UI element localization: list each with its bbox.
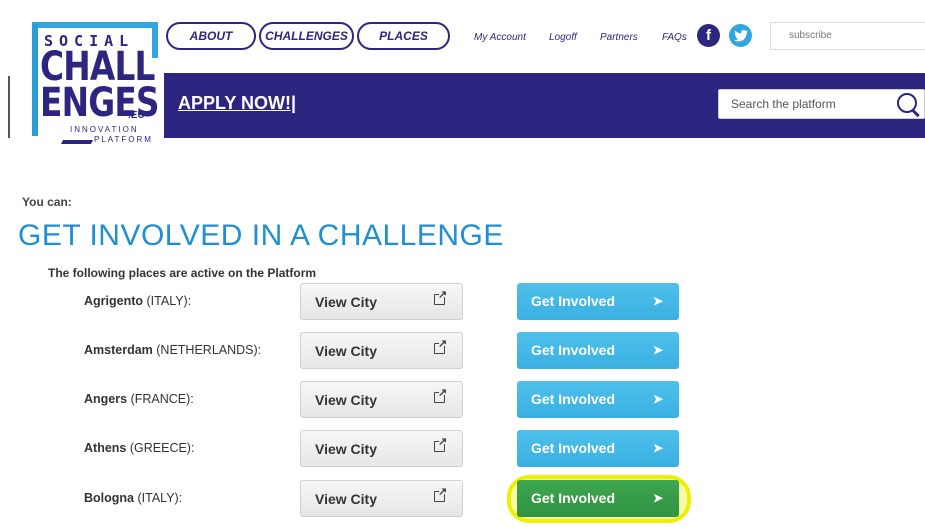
place-country: (ITALY):	[146, 294, 192, 308]
place-city: Athens	[84, 441, 127, 455]
logo-tagline-innovation: INNOVATION	[70, 125, 139, 134]
link-my-account[interactable]: My Account	[474, 32, 526, 43]
place-row: Angers (FRANCE): View City Get Involved …	[0, 381, 925, 419]
sign-in-icon: ➤	[653, 294, 664, 308]
get-involved-label: Get Involved	[531, 391, 616, 407]
apply-now-link[interactable]: APPLY NOW!|	[178, 93, 296, 114]
view-city-button[interactable]: View City	[300, 480, 463, 517]
place-country: (GREECE):	[129, 441, 195, 455]
get-involved-label: Get Involved	[531, 342, 616, 358]
place-country: (ITALY):	[137, 491, 183, 505]
place-country: (NETHERLANDS):	[156, 343, 262, 357]
place-label: Amsterdam (NETHERLANDS):	[84, 343, 261, 357]
place-label: Athens (GREECE):	[84, 441, 194, 455]
link-partners[interactable]: Partners	[600, 32, 638, 43]
view-city-label: View City	[315, 441, 377, 457]
header-divider	[8, 76, 10, 138]
get-involved-label: Get Involved	[531, 440, 616, 456]
external-link-icon	[434, 337, 447, 354]
place-label: Bologna (ITALY):	[84, 491, 182, 505]
link-logoff[interactable]: Logoff	[549, 32, 577, 43]
nav-about[interactable]: ABOUT	[166, 22, 256, 50]
view-city-button[interactable]: View City	[300, 430, 463, 467]
view-city-label: View City	[315, 392, 377, 408]
places-subtitle: The following places are active on the P…	[48, 266, 317, 280]
external-link-icon	[434, 435, 447, 452]
logo-suffix: .EU	[128, 110, 145, 121]
view-city-button[interactable]: View City	[300, 283, 463, 320]
page-title: GET INVOLVED IN A CHALLENGE	[18, 219, 504, 252]
search-input[interactable]: Search the platform	[718, 89, 925, 119]
facebook-icon[interactable]: f	[697, 24, 720, 47]
logo-word-chall: CHALL	[40, 44, 155, 90]
get-involved-button[interactable]: Get Involved ➤	[517, 283, 679, 320]
place-row: Agrigento (ITALY): View City Get Involve…	[0, 283, 925, 321]
sign-in-icon: ➤	[653, 441, 664, 455]
place-country: (FRANCE):	[130, 392, 194, 406]
nav-places[interactable]: PLACES	[357, 22, 450, 50]
view-city-label: View City	[315, 294, 377, 310]
get-involved-button[interactable]: Get Involved ➤	[517, 430, 679, 467]
search-icon[interactable]	[897, 93, 917, 113]
place-row: Bologna (ITALY): View City Get Involved …	[0, 480, 925, 518]
get-involved-button[interactable]: Get Involved ➤	[517, 332, 679, 369]
external-link-icon	[434, 485, 447, 502]
search-placeholder: Search the platform	[731, 97, 836, 111]
get-involved-button[interactable]: Get Involved ➤	[517, 480, 679, 517]
twitter-icon[interactable]	[729, 24, 752, 47]
place-city: Bologna	[84, 491, 134, 505]
logo-frame-left	[32, 24, 38, 136]
get-involved-button[interactable]: Get Involved ➤	[517, 381, 679, 418]
sign-in-icon: ➤	[653, 491, 664, 505]
view-city-button[interactable]: View City	[300, 381, 463, 418]
view-city-label: View City	[315, 343, 377, 359]
logo-frame-top	[32, 22, 154, 28]
subscribe-input[interactable]: subscribe	[770, 22, 925, 50]
view-city-button[interactable]: View City	[300, 332, 463, 369]
sign-in-icon: ➤	[653, 392, 664, 406]
logo-stripe	[60, 140, 94, 144]
get-involved-label: Get Involved	[531, 490, 616, 506]
place-city: Angers	[84, 392, 128, 406]
nav-challenges[interactable]: CHALLENGES	[259, 22, 354, 50]
view-city-label: View City	[315, 491, 377, 507]
sign-in-icon: ➤	[653, 343, 664, 357]
place-label: Angers (FRANCE):	[84, 392, 194, 406]
place-row: Athens (GREECE): View City Get Involved …	[0, 430, 925, 468]
twitter-bird-icon	[733, 29, 748, 41]
link-faqs[interactable]: FAQs	[662, 32, 687, 43]
external-link-icon	[434, 386, 447, 403]
site-logo[interactable]: SOCIAL CHALL ENGES .EU INNOVATION PLATFO…	[32, 22, 160, 148]
intro-text: You can:	[22, 195, 72, 209]
place-city: Amsterdam	[84, 343, 153, 357]
get-involved-label: Get Involved	[531, 293, 616, 309]
logo-tagline-platform: PLATFORM	[94, 135, 153, 144]
place-label: Agrigento (ITALY):	[84, 294, 191, 308]
external-link-icon	[434, 288, 447, 305]
place-row: Amsterdam (NETHERLANDS): View City Get I…	[0, 332, 925, 370]
place-city: Agrigento	[84, 294, 144, 308]
